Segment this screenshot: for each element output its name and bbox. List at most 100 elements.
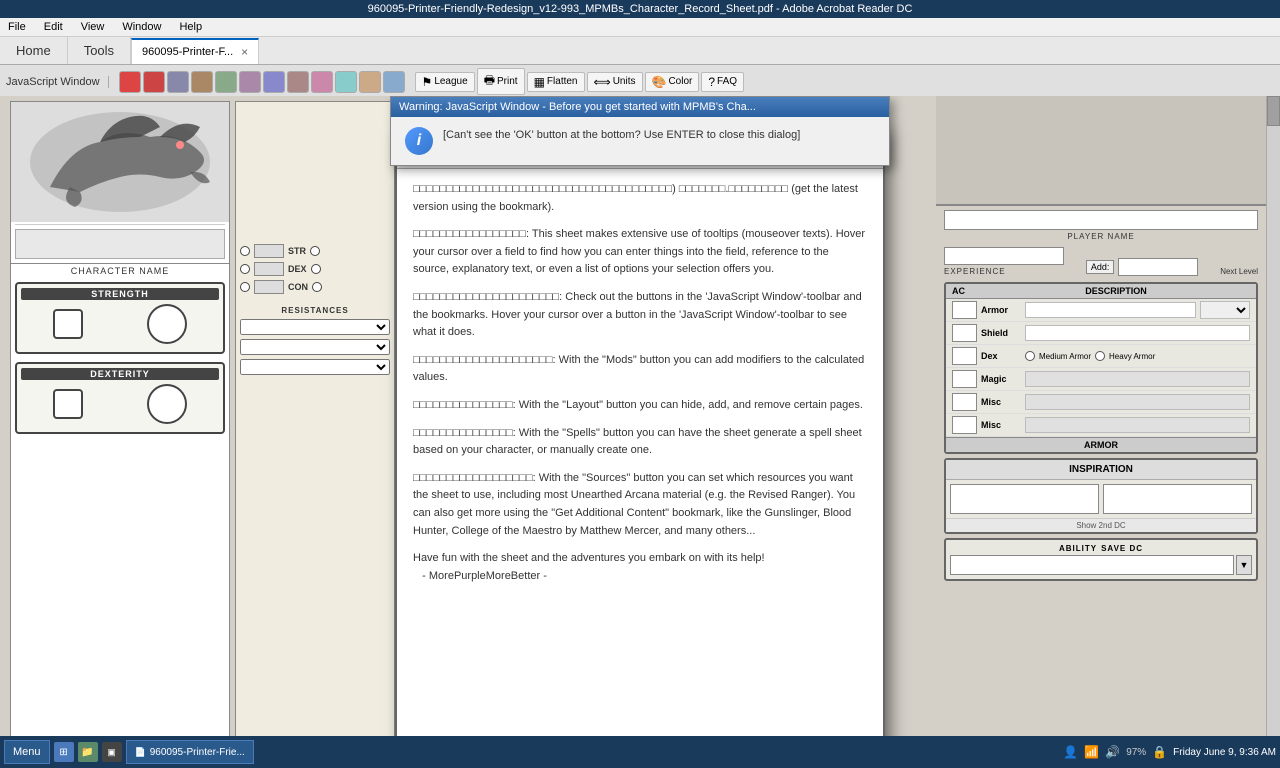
inspiration-box-1[interactable] — [950, 484, 1099, 514]
taskbar-person-icon: 👤 — [1063, 745, 1078, 759]
misc2-ac-box[interactable] — [952, 416, 977, 434]
magic-ac-box[interactable] — [952, 370, 977, 388]
taskbar-security-icon: 🔒 — [1152, 745, 1167, 759]
menu-file[interactable]: File — [4, 20, 30, 34]
strength-score-circle[interactable] — [147, 304, 187, 344]
resistance-dropdown-2[interactable] — [240, 339, 390, 355]
toolbar-icon-11[interactable] — [359, 71, 381, 93]
scroll-thumb[interactable] — [1267, 96, 1280, 126]
misc1-armor-row: Misc — [946, 391, 1256, 414]
shield-row: Shield — [946, 322, 1256, 345]
con-radio[interactable] — [240, 282, 250, 292]
color-button[interactable]: 🎨 Color — [645, 72, 700, 92]
strength-title: STRENGTH — [21, 288, 219, 300]
js-para-6: □□□□□□□□□□□□□□□□□□: With the "Sources" b… — [413, 470, 867, 540]
save-dc-label: SAVE DC — [1101, 544, 1143, 553]
add-button[interactable]: Add: — [1086, 260, 1115, 274]
menu-window[interactable]: Window — [118, 20, 165, 34]
dexterity-score-circle[interactable] — [147, 384, 187, 424]
league-button[interactable]: ⚑ League — [415, 72, 475, 92]
tab-home[interactable]: Home — [0, 37, 68, 64]
toolbar-icon-12[interactable] — [383, 71, 405, 93]
units-button[interactable]: ⟺ Units — [587, 72, 643, 92]
str-radio2[interactable] — [310, 246, 320, 256]
player-name-label: PLAYER NAME — [944, 232, 1258, 241]
toolbar-icon-1[interactable] — [119, 71, 141, 93]
menu-help[interactable]: Help — [175, 20, 206, 34]
faq-icon: ? — [708, 75, 715, 89]
warning-content: i [Can't see the 'OK' button at the bott… — [391, 117, 889, 165]
strength-modifier-area — [53, 309, 83, 339]
shield-label: Shield — [981, 328, 1021, 338]
show-2nd-dc-button[interactable]: Show 2nd DC — [946, 518, 1256, 532]
taskbar-icon-3[interactable]: ▣ — [102, 742, 122, 762]
taskbar-menu-label: Menu — [13, 746, 41, 758]
resistance-dropdown-1[interactable] — [240, 319, 390, 335]
ability-save-dc-input[interactable] — [950, 555, 1234, 575]
magic-input[interactable] — [1025, 371, 1250, 387]
experience-input[interactable] — [944, 247, 1064, 265]
armor-ac-box[interactable] — [952, 301, 977, 319]
dexterity-modifier-area — [53, 389, 83, 419]
medium-armor-radio[interactable] — [1025, 351, 1035, 361]
tab-tools[interactable]: Tools — [68, 37, 131, 64]
taskbar-app-label: 960095-Printer-Frie... — [150, 747, 245, 758]
toolbar-icon-6[interactable] — [239, 71, 261, 93]
inspiration-box-2[interactable] — [1103, 484, 1252, 514]
faq-button[interactable]: ? FAQ — [701, 72, 744, 92]
add-input[interactable] — [1118, 258, 1198, 276]
toolbar-icon-8[interactable] — [287, 71, 309, 93]
misc1-input[interactable] — [1025, 394, 1250, 410]
print-icon: 🖶 — [484, 71, 495, 92]
armor-label: Armor — [981, 305, 1021, 315]
menu-view[interactable]: View — [77, 20, 109, 34]
toolbar-icon-7[interactable] — [263, 71, 285, 93]
dex-radio[interactable] — [240, 264, 250, 274]
heavy-armor-radio[interactable] — [1095, 351, 1105, 361]
print-button[interactable]: 🖶 Print — [477, 68, 525, 95]
misc2-input[interactable] — [1025, 417, 1250, 433]
dex-ac-box[interactable] — [952, 347, 977, 365]
ability-save-dc-dropdown[interactable]: ▼ — [1236, 555, 1252, 575]
taskbar-app-1[interactable]: 📄 960095-Printer-Frie... — [126, 740, 254, 764]
toolbar-icon-9[interactable] — [311, 71, 333, 93]
shield-ac-box[interactable] — [952, 324, 977, 342]
str-box[interactable] — [254, 244, 284, 258]
toolbar-icon-3[interactable] — [167, 71, 189, 93]
con-box[interactable] — [254, 280, 284, 294]
armor-select[interactable] — [1200, 301, 1250, 319]
taskbar-menu-button[interactable]: Menu — [4, 740, 50, 764]
scroll-bar[interactable] — [1266, 96, 1280, 768]
misc1-ac-box[interactable] — [952, 393, 977, 411]
con-label: CON — [288, 282, 308, 292]
toolbar-icon-2[interactable] — [143, 71, 165, 93]
dex-radio2[interactable] — [311, 264, 321, 274]
player-name-input[interactable] — [944, 210, 1258, 230]
shield-input[interactable] — [1025, 325, 1250, 341]
title-bar: 960095-Printer-Friendly-Redesign_v12-993… — [0, 0, 1280, 18]
taskbar-app-icon: 📄 — [135, 747, 146, 758]
dex-row: DEX — [236, 260, 394, 278]
toolbar-icon-5[interactable] — [215, 71, 237, 93]
con-radio2[interactable] — [312, 282, 322, 292]
flatten-button[interactable]: ▦ Flatten — [527, 72, 585, 92]
resistance-dropdown-3[interactable] — [240, 359, 390, 375]
tab-close-icon[interactable]: × — [241, 45, 248, 59]
units-icon: ⟺ — [594, 75, 611, 89]
taskbar-icon-2[interactable]: 📁 — [78, 742, 98, 762]
str-radio[interactable] — [240, 246, 250, 256]
toolbar-icon-4[interactable] — [191, 71, 213, 93]
taskbar: Menu ⊞ 📁 ▣ 📄 960095-Printer-Frie... 👤 📶 … — [0, 736, 1280, 768]
menu-edit[interactable]: Edit — [40, 20, 67, 34]
tab-file-label: 960095-Printer-F... — [142, 46, 233, 58]
toolbar-icon-10[interactable] — [335, 71, 357, 93]
strength-modifier-box[interactable] — [53, 309, 83, 339]
menu-bar: File Edit View Window Help — [0, 18, 1280, 37]
tab-file[interactable]: 960095-Printer-F... × — [131, 38, 259, 64]
dex-box[interactable] — [254, 262, 284, 276]
left-panel: CHARACTER NAME STRENGTH DEXTERITY — [10, 101, 230, 763]
character-name-field[interactable] — [15, 229, 225, 259]
armor-input[interactable] — [1025, 302, 1196, 318]
taskbar-icon-1[interactable]: ⊞ — [54, 742, 74, 762]
dexterity-modifier-box[interactable] — [53, 389, 83, 419]
